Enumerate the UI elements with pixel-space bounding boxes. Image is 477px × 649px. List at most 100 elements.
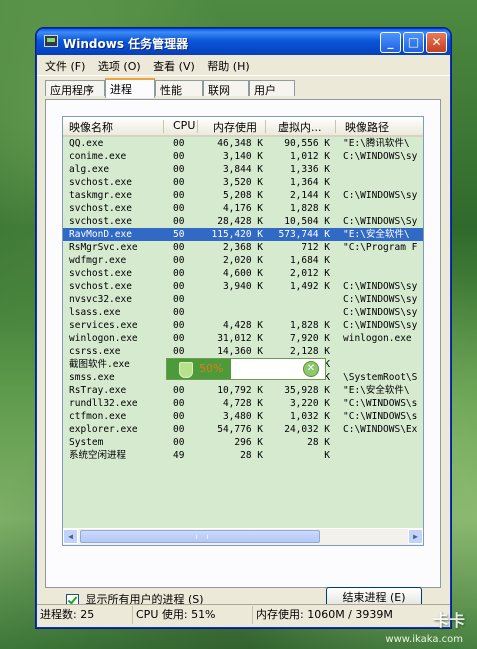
cell-image-name: 系统空闲进程 xyxy=(69,450,127,461)
cell-virtual-mem: 1,684 K xyxy=(289,255,330,266)
menu-view[interactable]: 查看 (V) xyxy=(149,55,200,74)
cell-mem-usage: 28 K xyxy=(240,450,263,461)
cell-cpu: 00 xyxy=(173,294,185,305)
cell-image-path: C:\WINDOWS\sy xyxy=(343,307,418,318)
cell-virtual-mem: 35,928 K xyxy=(284,385,330,396)
horizontal-scrollbar[interactable]: ◀ ▶ xyxy=(63,528,423,545)
maximize-button[interactable]: □ xyxy=(403,32,424,53)
cell-cpu: 00 xyxy=(173,151,185,162)
cell-virtual-mem: 1,492 K xyxy=(289,281,330,292)
table-row[interactable]: nvsvc32.exe 00 C:\WINDOWS\sy xyxy=(63,293,423,306)
table-row[interactable]: svchost.exe 00 4,176 K 1,828 K xyxy=(63,202,423,215)
column-image-path[interactable]: 映像路径 xyxy=(345,119,389,135)
tab-users[interactable]: 用户 xyxy=(249,80,295,97)
table-row[interactable]: taskmgr.exe 00 5,208 K 2,144 K C:\WINDOWS\sy xyxy=(63,189,423,202)
table-row[interactable]: services.exe 00 4,428 K 1,828 K C:\WINDOWS\s… xyxy=(63,319,423,332)
table-row[interactable]: QQ.exe 00 46,348 K 90,556 K "E:\腾讯软件\ xyxy=(63,137,423,150)
table-row[interactable]: alg.exe 00 3,844 K 1,336 K xyxy=(63,163,423,176)
table-row[interactable]: svchost.exe 00 3,940 K 1,492 K C:\WINDOWS\sy xyxy=(63,280,423,293)
cell-image-name: RavMonD.exe xyxy=(69,229,132,240)
table-row[interactable]: svchost.exe 00 3,520 K 1,364 K xyxy=(63,176,423,189)
cell-mem-usage: 31,012 K xyxy=(217,333,263,344)
cell-image-name: csrss.exe xyxy=(69,346,121,357)
menu-file[interactable]: 文件 (F) xyxy=(41,55,90,74)
table-row[interactable]: ctfmon.exe 00 3,480 K 1,032 K "C:\WINDOWS\s xyxy=(63,410,423,423)
cell-image-path: "C:\WINDOWS\s xyxy=(343,411,418,422)
process-list[interactable]: 映像名称 CPU 内存使用 虚拟内... 映像路径 QQ.exe 00 46,348… xyxy=(62,116,424,546)
scroll-left-button[interactable]: ◀ xyxy=(63,529,78,544)
window-title: Windows 任务管理器 xyxy=(63,37,189,51)
cell-mem-usage: 2,368 K xyxy=(222,242,263,253)
title-bar[interactable]: Windows 任务管理器 _ □ ✕ xyxy=(37,29,450,55)
table-row[interactable]: csrss.exe 00 14,360 K 2,128 K xyxy=(63,345,423,358)
table-row[interactable]: lsass.exe 00 C:\WINDOWS\sy xyxy=(63,306,423,319)
tab-processes[interactable]: 进程 xyxy=(105,78,155,98)
cell-cpu: 00 xyxy=(173,333,185,344)
scroll-thumb[interactable] xyxy=(80,530,320,543)
cell-virtual-mem: 10,504 K xyxy=(284,216,330,227)
column-cpu[interactable]: CPU xyxy=(173,119,195,132)
cell-image-name: rundll32.exe xyxy=(69,398,138,409)
cell-virtual-mem: 573,744 K xyxy=(278,229,330,240)
table-row[interactable]: rundll32.exe 00 4,728 K 3,220 K "C:\WINDOWS\… xyxy=(63,397,423,410)
cell-image-path: "E:\安全软件\ xyxy=(343,385,410,396)
cell-cpu: 00 xyxy=(173,320,185,331)
cell-cpu: 00 xyxy=(173,385,185,396)
cell-image-path: "E:\腾讯软件\ xyxy=(343,138,410,149)
cell-image-name: System xyxy=(69,437,104,448)
cell-cpu: 00 xyxy=(173,268,185,279)
menu-help[interactable]: 帮助 (H) xyxy=(203,55,254,74)
cell-image-path: C:\WINDOWS\Ex xyxy=(343,424,418,435)
table-row[interactable]: conime.exe 00 3,140 K 1,012 K C:\WINDOWS\sy xyxy=(63,150,423,163)
table-row[interactable]: explorer.exe 00 54,776 K 24,032 K C:\WINDOWS… xyxy=(63,423,423,436)
table-row[interactable]: System 00 296 K 28 K xyxy=(63,436,423,449)
cell-cpu: 00 xyxy=(173,346,185,357)
cell-virtual-mem: 3,220 K xyxy=(289,398,330,409)
table-row[interactable]: 系统空闲进程 49 28 K K xyxy=(63,449,423,462)
table-row[interactable]: winlogon.exe 00 31,012 K 7,920 K winlogon.ex… xyxy=(63,332,423,345)
scroll-right-button[interactable]: ▶ xyxy=(408,529,423,544)
cell-image-path: C:\WINDOWS\sy xyxy=(343,190,418,201)
cell-image-path: C:\WINDOWS\sy xyxy=(343,281,418,292)
cell-image-path: C:\WINDOWS\Sy xyxy=(343,216,418,227)
close-button[interactable]: ✕ xyxy=(426,32,447,53)
tab-performance[interactable]: 性能 xyxy=(155,80,203,97)
table-row[interactable]: wdfmgr.exe 00 2,020 K 1,684 K xyxy=(63,254,423,267)
cell-cpu: 00 xyxy=(173,190,185,201)
cell-image-name: lsass.exe xyxy=(69,307,121,318)
menu-options[interactable]: 选项 (O) xyxy=(94,55,146,74)
cell-image-name: svchost.exe xyxy=(69,177,132,188)
table-row[interactable]: svchost.exe 00 4,600 K 2,012 K xyxy=(63,267,423,280)
cell-image-name: RsMgrSvc.exe xyxy=(69,242,138,253)
popup-close-icon[interactable]: ✕ xyxy=(303,361,319,377)
status-cpu-usage: CPU 使用: 51% xyxy=(133,606,253,624)
cell-image-path: C:\WINDOWS\sy xyxy=(343,294,418,305)
cell-cpu: 00 xyxy=(173,398,185,409)
tab-applications[interactable]: 应用程序 xyxy=(45,80,105,97)
tab-networking[interactable]: 联网 xyxy=(203,80,249,97)
status-process-count: 进程数: 25 xyxy=(37,606,133,624)
cell-image-path: winlogon.exe xyxy=(343,333,412,344)
cell-cpu: 00 xyxy=(173,177,185,188)
cell-image-name: nvsvc32.exe xyxy=(69,294,132,305)
status-memory-usage: 内存使用: 1060M / 3939M xyxy=(256,608,393,621)
column-image-name[interactable]: 映像名称 xyxy=(69,119,113,135)
minimize-button[interactable]: _ xyxy=(380,32,401,53)
table-row[interactable]: RavMonD.exe 50 115,420 K 573,744 K "E:\安全软件\ xyxy=(63,228,423,241)
column-mem-usage[interactable]: 内存使用 xyxy=(213,119,257,135)
table-row[interactable]: RsTray.exe 00 10,792 K 35,928 K "E:\安全软件\ xyxy=(63,384,423,397)
table-row[interactable]: RsMgrSvc.exe 00 2,368 K 712 K "C:\Program F xyxy=(63,241,423,254)
cell-cpu: 00 xyxy=(173,216,185,227)
cell-virtual-mem: 7,920 K xyxy=(289,333,330,344)
cell-virtual-mem: 1,032 K xyxy=(289,411,330,422)
column-virtual-mem[interactable]: 虚拟内... xyxy=(278,119,322,135)
cell-image-name: RsTray.exe xyxy=(69,385,127,396)
shield-icon xyxy=(179,362,193,378)
cell-cpu: 00 xyxy=(173,164,185,175)
task-manager-window: Windows 任务管理器 _ □ ✕ 文件 (F) 选项 (O) 查看 (V)… xyxy=(36,28,451,628)
cell-mem-usage: 4,176 K xyxy=(222,203,263,214)
cell-virtual-mem: 1,012 K xyxy=(289,151,330,162)
table-row[interactable]: svchost.exe 00 28,428 K 10,504 K C:\WINDOWS\… xyxy=(63,215,423,228)
cell-mem-usage: 2,020 K xyxy=(222,255,263,266)
cell-image-name: conime.exe xyxy=(69,151,127,162)
